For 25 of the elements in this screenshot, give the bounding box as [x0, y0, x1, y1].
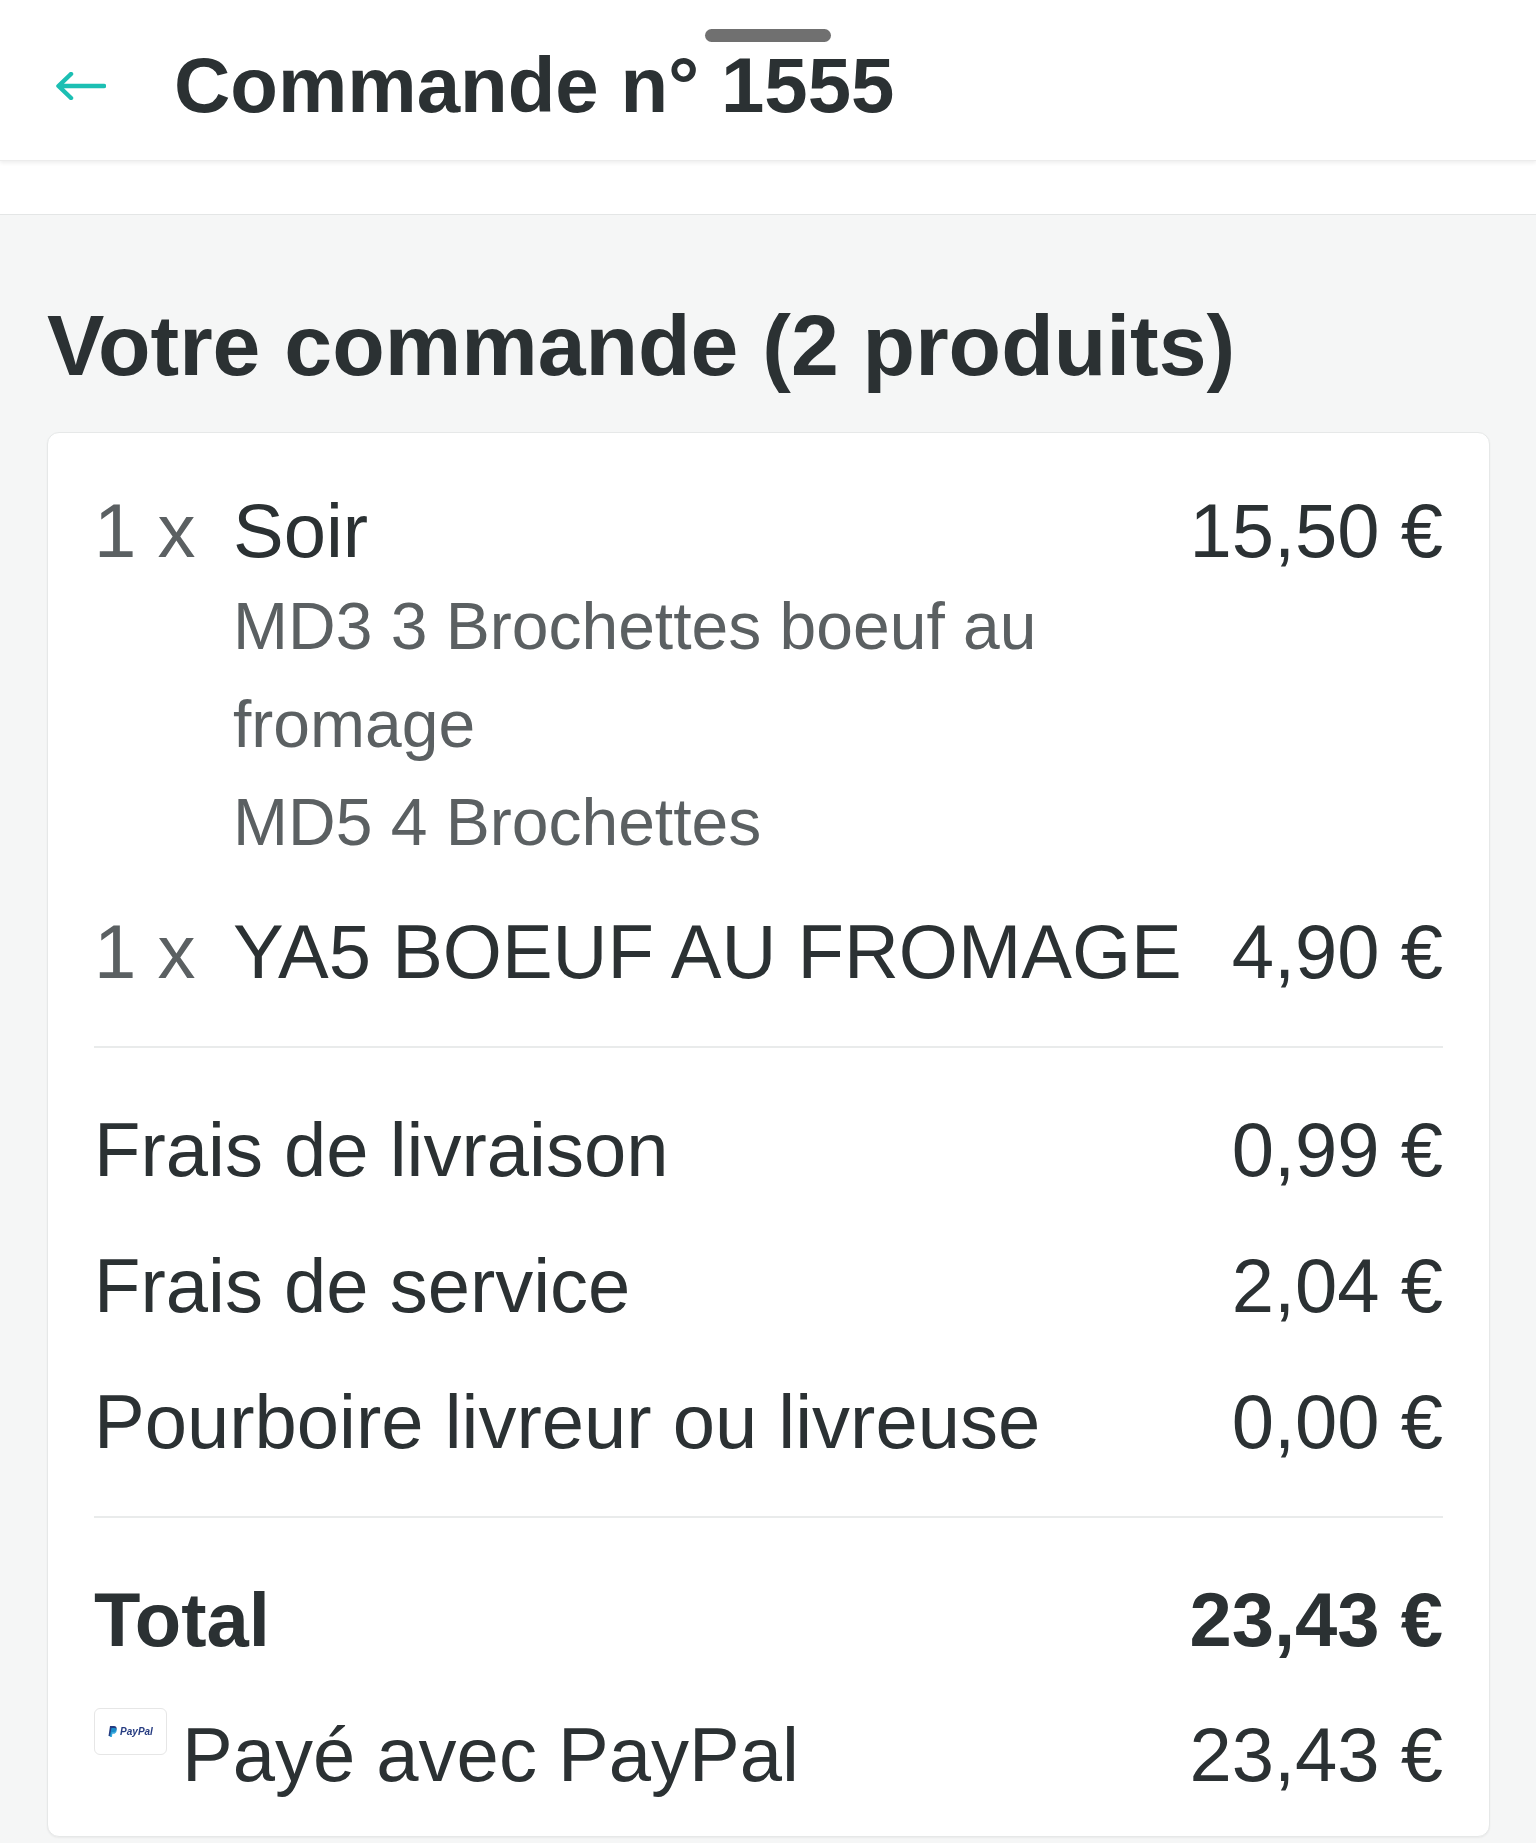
drag-handle[interactable]	[705, 29, 831, 42]
item-name: YA5 BOEUF AU FROMAGE	[233, 908, 1183, 997]
back-button[interactable]	[55, 72, 106, 100]
item-quantity: 1 x	[94, 487, 197, 576]
page-title: Commande n° 1555	[174, 40, 895, 132]
fee-amount: 2,04 €	[1231, 1242, 1443, 1331]
item-name: Soir	[233, 487, 370, 576]
logo-mark-icon	[108, 1726, 118, 1738]
fee-label: Frais de service	[94, 1242, 631, 1331]
item-option: MD5 4 Brochettes	[233, 773, 1150, 872]
section-heading: Votre commande (2 produits)	[47, 296, 1237, 395]
fee-label: Frais de livraison	[94, 1106, 669, 1195]
item-price: 4,90 €	[1231, 908, 1443, 997]
item-quantity: 1 x	[94, 908, 197, 997]
fee-amount: 0,99 €	[1231, 1106, 1443, 1195]
fee-amount: 0,00 €	[1231, 1378, 1443, 1467]
back-arrow-icon	[55, 72, 106, 100]
payment-label: Payé avec PayPal	[182, 1711, 800, 1800]
item-price: 15,50 €	[1189, 487, 1443, 576]
fee-label: Pourboire livreur ou livreuse	[94, 1378, 1041, 1467]
item-option: MD3 3 Brochettes boeuf au fromage	[233, 577, 1150, 774]
total-amount: 23,43 €	[1189, 1576, 1443, 1665]
logo-text: PayPal	[120, 1725, 153, 1738]
payment-amount: 23,43 €	[1189, 1711, 1443, 1800]
total-label: Total	[94, 1576, 270, 1665]
